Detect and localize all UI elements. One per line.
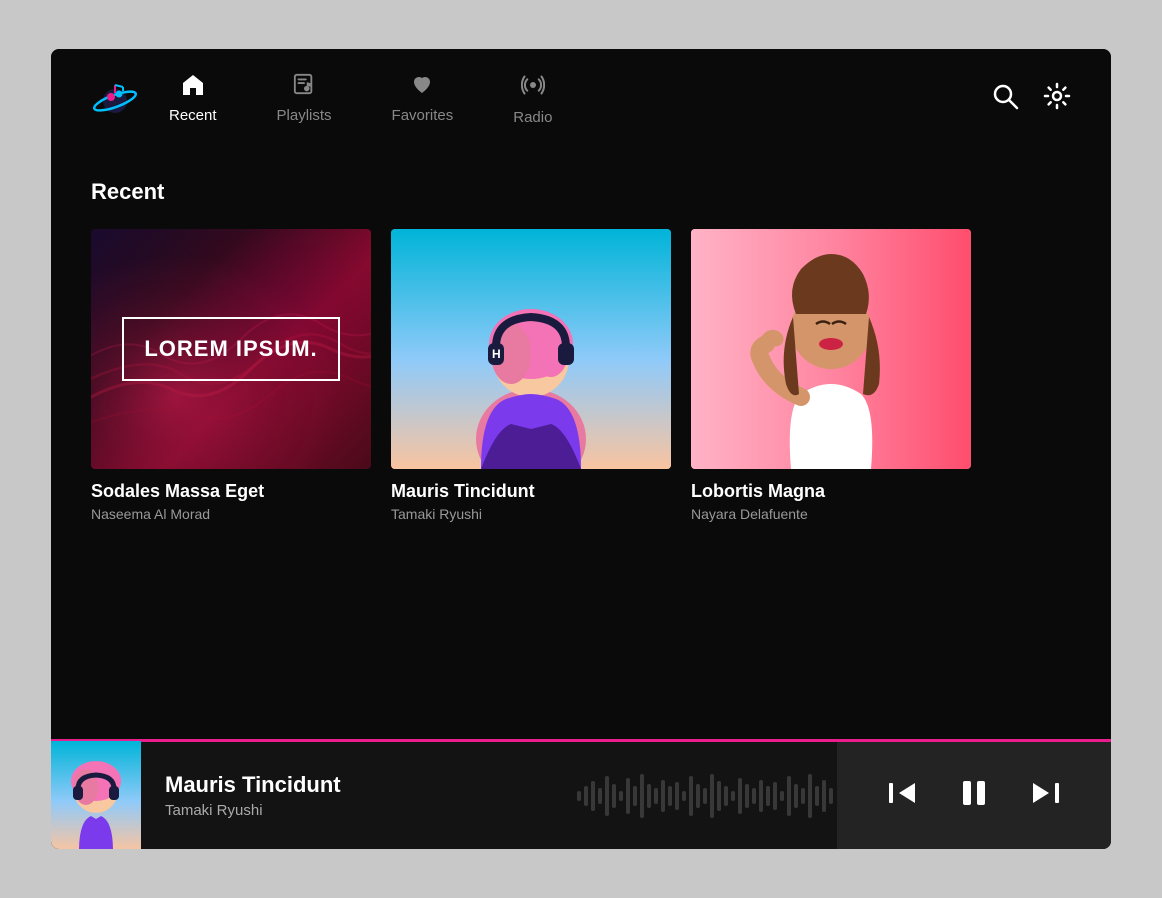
card-artist-3: Nayara Delafuente: [691, 506, 971, 522]
player-waveform: [577, 766, 837, 826]
card-title-2: Mauris Tincidunt: [391, 481, 671, 502]
svg-text:H: H: [492, 347, 501, 361]
player-info: Mauris Tincidunt Tamaki Ryushi: [141, 772, 577, 819]
card-image-3: [691, 229, 971, 469]
nav-item-recent[interactable]: Recent: [169, 73, 217, 126]
card-art-abstract: LOREM IPSUM.: [91, 229, 371, 469]
app-container: Recent Playlists: [51, 49, 1111, 849]
radio-icon: [521, 73, 545, 103]
lorem-box: LOREM IPSUM.: [122, 317, 339, 381]
prev-button[interactable]: [867, 778, 937, 813]
card-image-1: LOREM IPSUM.: [91, 229, 371, 469]
card-art-teal: H: [391, 229, 671, 469]
card-title-3: Lobortis Magna: [691, 481, 971, 502]
player-controls: [837, 742, 1111, 849]
card-title-1: Sodales Massa Eget: [91, 481, 371, 502]
player-title: Mauris Tincidunt: [165, 772, 553, 798]
nav-item-radio[interactable]: Radio: [513, 73, 552, 126]
music-card-2[interactable]: H Mauris Tincidunt Tamaki Ryushi: [391, 229, 671, 522]
music-card-3[interactable]: Lobortis Magna Nayara Delafuente: [691, 229, 971, 522]
next-button[interactable]: [1011, 778, 1081, 813]
pause-button[interactable]: [937, 776, 1011, 815]
search-button[interactable]: [991, 82, 1019, 117]
top-nav: Recent Playlists: [51, 49, 1111, 149]
nav-actions: [991, 82, 1071, 117]
playlists-icon: [292, 73, 316, 101]
nav-label-radio: Radio: [513, 109, 552, 126]
heart-icon: [410, 73, 434, 101]
settings-button[interactable]: [1043, 82, 1071, 117]
card-artist-1: Naseema Al Morad: [91, 506, 371, 522]
card-art-pink: [691, 229, 971, 469]
player-artist: Tamaki Ryushi: [165, 802, 553, 819]
cards-grid: LOREM IPSUM. Sodales Massa Eget Naseema …: [91, 229, 1071, 522]
nav-label-playlists: Playlists: [277, 107, 332, 124]
nav-item-playlists[interactable]: Playlists: [277, 73, 332, 126]
player-thumbnail: [51, 741, 141, 850]
nav-label-recent: Recent: [169, 107, 217, 124]
player-bar: Mauris Tincidunt Tamaki Ryushi: [51, 739, 1111, 849]
card-image-2: H: [391, 229, 671, 469]
nav-item-favorites[interactable]: Favorites: [392, 73, 454, 126]
card-artist-2: Tamaki Ryushi: [391, 506, 671, 522]
home-icon: [181, 73, 205, 101]
nav-items: Recent Playlists: [169, 73, 991, 126]
music-card-1[interactable]: LOREM IPSUM. Sodales Massa Eget Naseema …: [91, 229, 371, 522]
logo-icon: [91, 75, 139, 123]
logo: [91, 75, 139, 123]
lorem-text: LOREM IPSUM.: [144, 337, 317, 361]
section-title: Recent: [91, 179, 1071, 205]
nav-label-favorites: Favorites: [392, 107, 454, 124]
